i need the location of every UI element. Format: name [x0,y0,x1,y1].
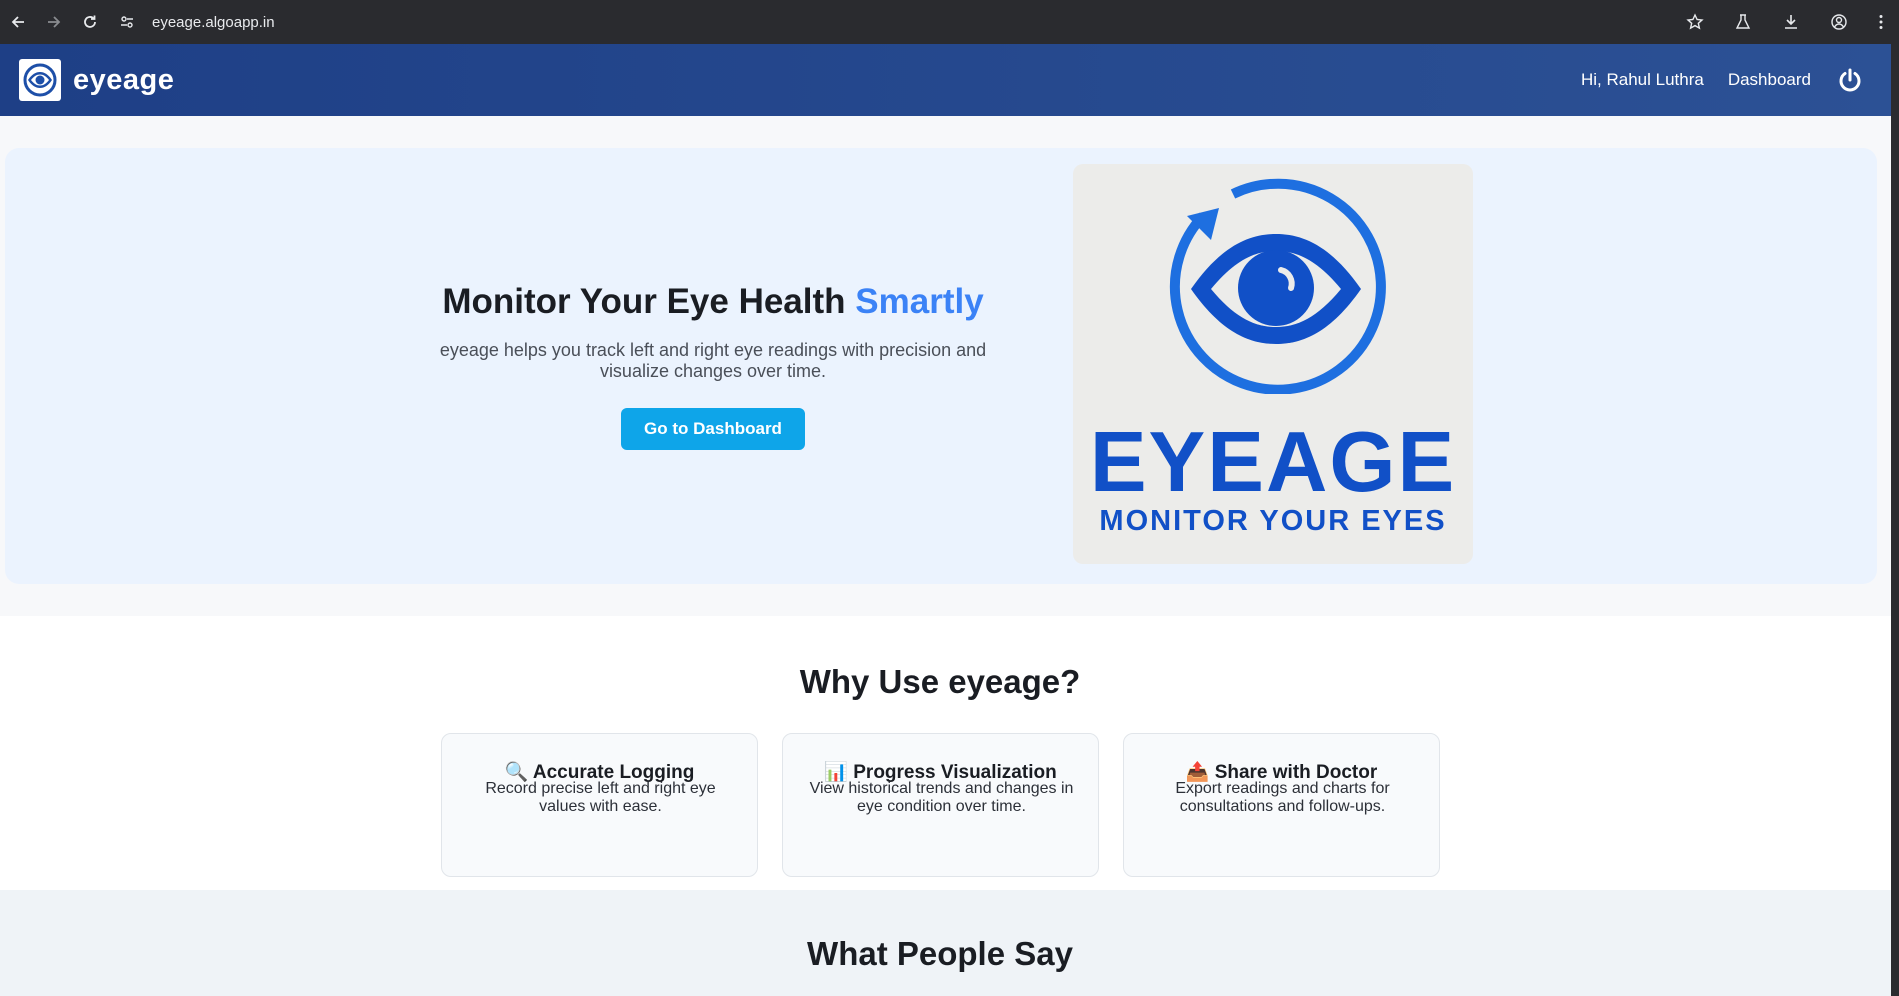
go-to-dashboard-button[interactable]: Go to Dashboard [621,408,805,450]
downloads-button[interactable] [1767,0,1815,44]
address-bar[interactable]: eyeage.algoapp.in [114,6,275,38]
hero-logo-image: EYEAGE MONITOR YOUR EYES [1073,164,1473,564]
browser-toolbar: eyeage.algoapp.in [0,0,1899,44]
brand[interactable]: eyeage [19,59,174,101]
arrow-left-icon [11,16,24,28]
hero-subtitle: eyeage helps you track left and right ey… [439,340,987,381]
eye-cycle-icon [1169,178,1386,394]
feature-desc: View historical trends and changes in ey… [809,780,1074,815]
features-section: Why Use eyeage? 🔍 Accurate Logging Recor… [0,616,1891,890]
eye-logo-icon [19,59,61,101]
site-settings-icon[interactable] [114,14,140,30]
logo-tagline: MONITOR YOUR EYES [1099,505,1447,537]
logout-button[interactable] [1835,65,1865,95]
feature-card-share: 📤 Share with Doctor Export readings and … [1123,733,1440,877]
profile-icon [1831,14,1847,30]
features-heading: Why Use eyeage? [799,663,1081,700]
arrow-right-icon [48,16,61,28]
back-button[interactable] [0,4,36,40]
url-text[interactable]: eyeage.algoapp.in [152,14,275,31]
feature-desc: Record precise left and right eye values… [485,780,716,815]
feature-card-visualization: 📊 Progress Visualization View historical… [782,733,1099,877]
brand-name: eyeage [73,63,175,96]
hero-title-main: Monitor Your Eye Health [442,282,856,321]
feature-card-logging: 🔍 Accurate Logging Record precise left a… [441,733,758,877]
flask-icon [1735,14,1751,29]
testimonials-heading: What People Say [807,935,1073,972]
feature-desc: Export readings and charts for consultat… [1175,780,1390,815]
profile-button[interactable] [1815,0,1863,44]
power-icon [1839,68,1861,92]
forward-button[interactable] [36,4,72,40]
labs-button[interactable] [1719,0,1767,44]
hero-title: Monitor Your Eye Health Smartly [423,282,1003,322]
user-greeting: Hi, Rahul Luthra [1580,70,1704,89]
kebab-menu-icon [1879,15,1883,29]
hero-title-accent: Smartly [855,282,984,321]
testimonials-section: What People Say [0,890,1891,996]
logo-wordmark: EYEAGE [1089,415,1457,510]
star-icon [1686,13,1704,30]
reload-button[interactable] [72,4,108,40]
download-icon [1785,15,1797,29]
page-scrollbar[interactable] [1891,44,1899,996]
bookmark-button[interactable] [1671,0,1719,44]
dashboard-link[interactable]: Dashboard [1728,70,1811,90]
reload-icon [84,15,96,28]
hero-section: Monitor Your Eye Health Smartly eyeage h… [5,148,1877,584]
app-header: eyeage Hi, Rahul Luthra Dashboard [0,44,1891,116]
browser-menu-button[interactable] [1863,0,1899,44]
